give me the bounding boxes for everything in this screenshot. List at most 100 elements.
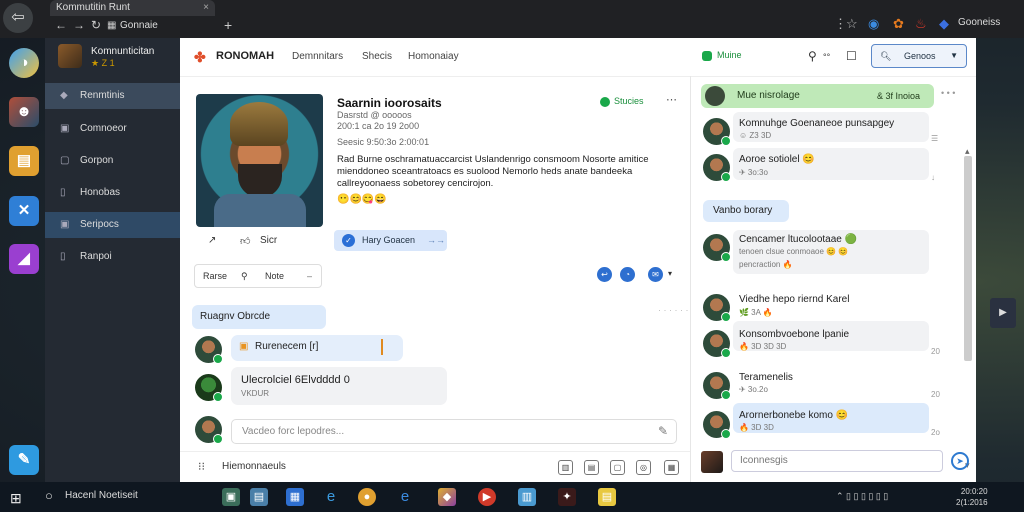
- star-icon[interactable]: ☆: [846, 14, 858, 34]
- reload-icon[interactable]: ↻: [91, 16, 101, 34]
- scroll-up-icon[interactable]: ▴: [965, 146, 970, 157]
- new-tab-icon[interactable]: +: [224, 16, 232, 34]
- avatar[interactable]: [703, 330, 731, 358]
- close-icon[interactable]: ×: [203, 0, 209, 16]
- avatar[interactable]: [703, 294, 731, 322]
- sidebar-profile[interactable]: Komnunticitan ★ Z 1: [58, 44, 176, 74]
- avatar[interactable]: [703, 372, 731, 400]
- back-circle-icon[interactable]: ⇦: [3, 3, 33, 33]
- sidebar-item-5[interactable]: ▯ Ranpoi: [45, 244, 180, 270]
- section-pill[interactable]: Vanbo borary: [703, 200, 789, 222]
- flame-icon[interactable]: ♨: [915, 14, 927, 34]
- right-composer[interactable]: Iconnesgis: [731, 450, 943, 472]
- section-more[interactable]: · · · · · ·: [658, 305, 689, 315]
- puzzle-icon[interactable]: ◆: [939, 14, 949, 34]
- taskbar-search[interactable]: Hacenl Noetiseit: [65, 490, 138, 501]
- taskbar-app-3[interactable]: ▦: [286, 488, 304, 506]
- browser-tab[interactable]: Kommutitin Runt ×: [50, 0, 215, 16]
- sidebar-item-2[interactable]: ▢ Gorpon: [45, 148, 180, 174]
- doc-icon[interactable]: ▢: [610, 460, 625, 475]
- more-icon[interactable]: • • •: [941, 88, 955, 98]
- filter-bar[interactable]: Rarse ⚲ Note –: [194, 264, 322, 288]
- chevron-down-icon[interactable]: ▾: [668, 269, 672, 278]
- reply-icon[interactable]: ↩: [597, 267, 612, 282]
- search-circle-icon[interactable]: ○: [45, 488, 53, 503]
- taskbar-app-8[interactable]: ▶: [478, 488, 496, 506]
- key-icon[interactable]: ⚲: [808, 49, 817, 63]
- avatar[interactable]: [195, 416, 223, 444]
- window-icon[interactable]: ☐: [846, 49, 857, 63]
- profile-status[interactable]: Stucies: [600, 96, 644, 107]
- pen-icon[interactable]: ✎: [658, 420, 668, 443]
- sidebar-item-0[interactable]: ◆ Renmtinis: [45, 83, 180, 109]
- taskbar-app-7[interactable]: ◆: [438, 488, 456, 506]
- avatar[interactable]: [195, 374, 223, 402]
- grid-icon[interactable]: ⁝⁝: [198, 460, 205, 473]
- share-icon[interactable]: ↗: [208, 235, 216, 246]
- search-icon[interactable]: ⚲: [241, 265, 248, 287]
- sidebar-item-3[interactable]: ▯ Honobas: [45, 180, 180, 206]
- camera-icon[interactable]: ◎: [636, 460, 651, 475]
- profile-portrait[interactable]: [196, 94, 323, 227]
- right-item-text: Viedhe hepo riernd Karel: [739, 294, 850, 305]
- avatar[interactable]: [703, 411, 731, 439]
- arrow-right-icon[interactable]: →: [73, 16, 85, 34]
- app-dock-icon-3[interactable]: ▤: [9, 146, 39, 176]
- browser-right-label[interactable]: Gooneiss: [958, 17, 1000, 28]
- filter-note[interactable]: Note: [265, 265, 284, 287]
- app-dock-icon-4[interactable]: ✕: [9, 196, 39, 226]
- send-icon[interactable]: ➤: [951, 452, 969, 470]
- taskbar-app-11[interactable]: ▤: [598, 488, 616, 506]
- sidebar-item-1[interactable]: ▣ Comnoeor: [45, 116, 180, 142]
- like-label[interactable]: Sicr: [260, 235, 277, 246]
- app-dock-icon-1[interactable]: ◑: [9, 48, 39, 78]
- section-label[interactable]: Ruagnv Obrcde: [192, 305, 326, 329]
- message-bubble: Ulecrolciel 6Elvdddd 0 VKDUR: [231, 367, 447, 405]
- message-icon[interactable]: ✉: [648, 267, 663, 282]
- image-icon[interactable]: ▥: [558, 460, 573, 475]
- scrollbar[interactable]: [964, 156, 972, 361]
- avatar[interactable]: [703, 118, 731, 146]
- status-indicator[interactable]: Muine: [702, 50, 742, 61]
- calendar-icon[interactable]: ▦: [664, 460, 679, 475]
- message-composer[interactable]: Vacdeo forc lepodres... ✎: [231, 419, 677, 444]
- avatar[interactable]: [703, 154, 731, 182]
- arrow-left-icon[interactable]: ←: [55, 16, 67, 34]
- avatar[interactable]: [703, 234, 731, 262]
- shield-icon[interactable]: ◔: [620, 267, 635, 282]
- edge-icon[interactable]: e: [322, 488, 340, 506]
- avatar[interactable]: [701, 451, 723, 473]
- sidebar-item-4[interactable]: ▣ Seripocs: [45, 212, 180, 238]
- taskbar-app-9[interactable]: ▥: [518, 488, 536, 506]
- globe-icon[interactable]: ◉: [868, 14, 879, 34]
- taskbar-app-5[interactable]: ●: [358, 488, 376, 506]
- clock[interactable]: 20:0:20 2(1:2016: [956, 486, 988, 508]
- taskbar-app-10[interactable]: ✦: [558, 488, 576, 506]
- right-panel: Mue nisrolage & 3f Inoioa • • • Komnuhge…: [690, 76, 977, 482]
- nav-link-1[interactable]: Shecis: [362, 51, 392, 62]
- search-button[interactable]: 🔍︎ Genoos ▼: [871, 44, 967, 68]
- follow-button[interactable]: ✓ Hary Goacen →→: [334, 230, 447, 251]
- avatar[interactable]: [195, 336, 223, 364]
- more-icon[interactable]: ⋯: [666, 93, 677, 106]
- bottom-toolbar: ⁝⁝ Hiemonnaeuls ▥ ▤ ▢ ◎ ▦: [180, 451, 690, 483]
- taskbar-app-1[interactable]: ▣: [222, 488, 240, 506]
- chevron-right-icon[interactable]: ▶: [990, 298, 1016, 328]
- browser-icon[interactable]: e: [396, 488, 414, 506]
- nav-link-0[interactable]: Demnnitars: [292, 51, 343, 62]
- online-dot-icon: [721, 252, 731, 262]
- sidebar-item-label: Ranpoi: [80, 251, 112, 262]
- gear-icon[interactable]: ✿: [893, 14, 904, 34]
- nav-link-2[interactable]: Homonaiay: [408, 51, 459, 62]
- windows-start-icon[interactable]: ⊞: [10, 490, 22, 507]
- right-panel-header[interactable]: Mue nisrolage & 3f Inoioa: [701, 84, 934, 108]
- app-dock-icon-6[interactable]: ✎: [9, 445, 39, 475]
- app-dock-icon-5[interactable]: ◢: [9, 244, 39, 274]
- folder-icon: ▣: [60, 123, 70, 134]
- system-tray[interactable]: ⌃ ▯ ▯ ▯ ▯ ▯ ▯: [836, 491, 888, 502]
- people-icon[interactable]: °°: [823, 52, 830, 62]
- gallery-icon[interactable]: ▤: [584, 460, 599, 475]
- app-dock-icon-2[interactable]: ☻: [9, 97, 39, 127]
- like-icon[interactable]: 👍︎: [240, 235, 250, 247]
- taskbar-app-2[interactable]: ▤: [250, 488, 268, 506]
